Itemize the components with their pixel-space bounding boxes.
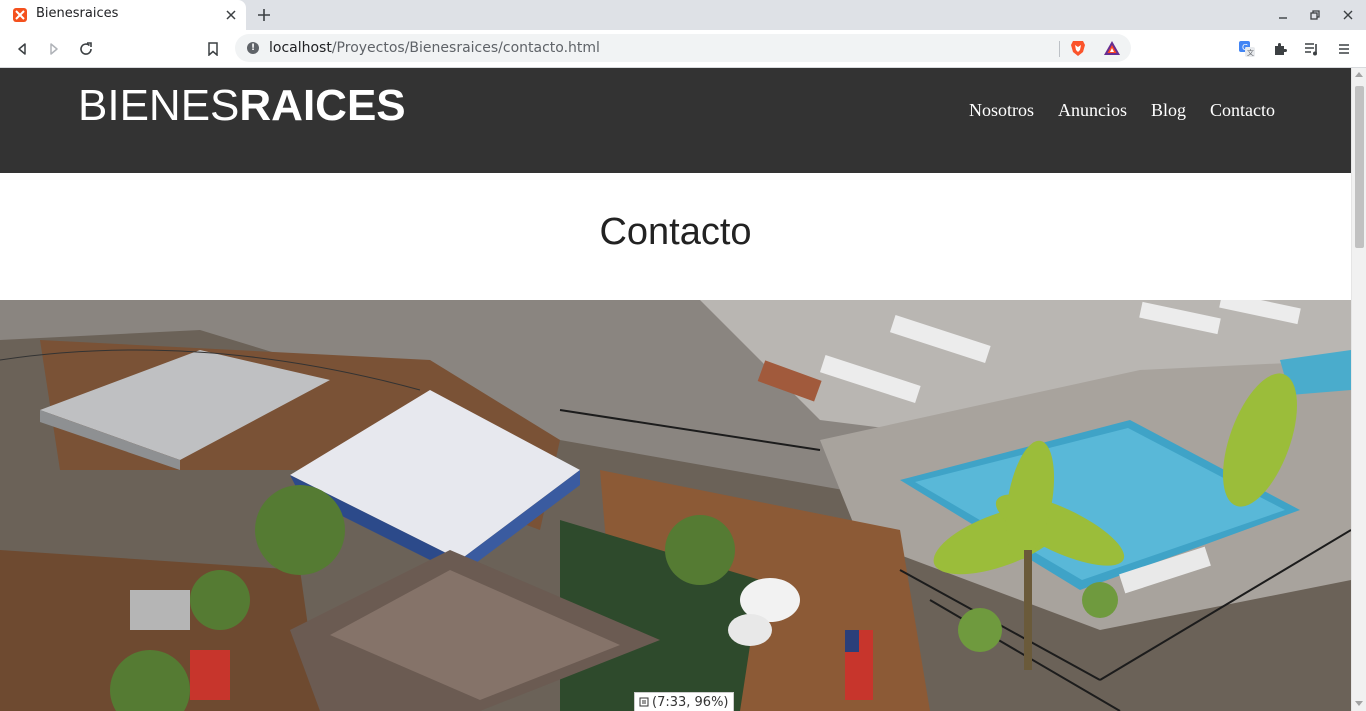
nav-link-anuncios[interactable]: Anuncios: [1058, 100, 1127, 121]
media-controls-icon[interactable]: [1302, 39, 1322, 59]
scroll-up-arrow-icon[interactable]: [1355, 72, 1363, 77]
browser-toolbar: ! localhost/Proyectos/Bienesraices/conta…: [0, 30, 1366, 68]
main-nav: Nosotros Anuncios Blog Contacto: [969, 100, 1275, 121]
svg-text:文: 文: [1247, 48, 1254, 57]
site-logo[interactable]: BIENESRAICES: [78, 82, 406, 130]
back-icon[interactable]: [12, 39, 32, 59]
brave-rewards-icon[interactable]: [1103, 39, 1121, 57]
forward-icon[interactable]: [44, 39, 64, 59]
tab-strip: Bienesraices: [0, 0, 1366, 30]
rooftop-photo: [0, 300, 1351, 711]
brave-shields-icon[interactable]: [1069, 39, 1087, 57]
status-badge: (7:33, 96%): [634, 692, 734, 711]
menu-icon[interactable]: [1334, 39, 1354, 59]
translate-icon[interactable]: G文: [1237, 39, 1257, 59]
extensions-icon[interactable]: [1270, 39, 1290, 59]
restore-icon[interactable]: [1307, 7, 1323, 23]
omnibox-divider: [1059, 41, 1060, 57]
document-icon: [639, 697, 649, 707]
scroll-thumb[interactable]: [1355, 86, 1364, 248]
new-tab-icon[interactable]: [254, 5, 274, 25]
page-viewport: BIENESRAICES Nosotros Anuncios Blog Cont…: [0, 68, 1351, 711]
url-text: localhost/Proyectos/Bienesraices/contact…: [269, 40, 600, 56]
nav-link-blog[interactable]: Blog: [1151, 100, 1186, 121]
page-scrollbar[interactable]: [1351, 68, 1366, 711]
tab-title: Bienesraices: [36, 6, 119, 21]
bookmark-icon[interactable]: [203, 39, 223, 59]
status-text: (7:33, 96%): [652, 694, 729, 710]
close-tab-icon[interactable]: [223, 7, 239, 23]
xampp-favicon-icon: [13, 8, 27, 22]
hero-image: [0, 300, 1351, 711]
site-info-icon[interactable]: !: [247, 42, 259, 54]
site-header: BIENESRAICES Nosotros Anuncios Blog Cont…: [0, 68, 1351, 173]
nav-link-nosotros[interactable]: Nosotros: [969, 100, 1034, 121]
tab-bienesraices[interactable]: Bienesraices: [0, 0, 246, 30]
scroll-down-arrow-icon[interactable]: [1355, 701, 1363, 706]
address-bar[interactable]: ! localhost/Proyectos/Bienesraices/conta…: [235, 34, 1131, 62]
nav-link-contacto[interactable]: Contacto: [1210, 100, 1275, 121]
reload-icon[interactable]: [76, 39, 96, 59]
close-window-icon[interactable]: [1340, 7, 1356, 23]
minimize-icon[interactable]: [1275, 7, 1291, 23]
page-title: Contacto: [599, 211, 752, 253]
